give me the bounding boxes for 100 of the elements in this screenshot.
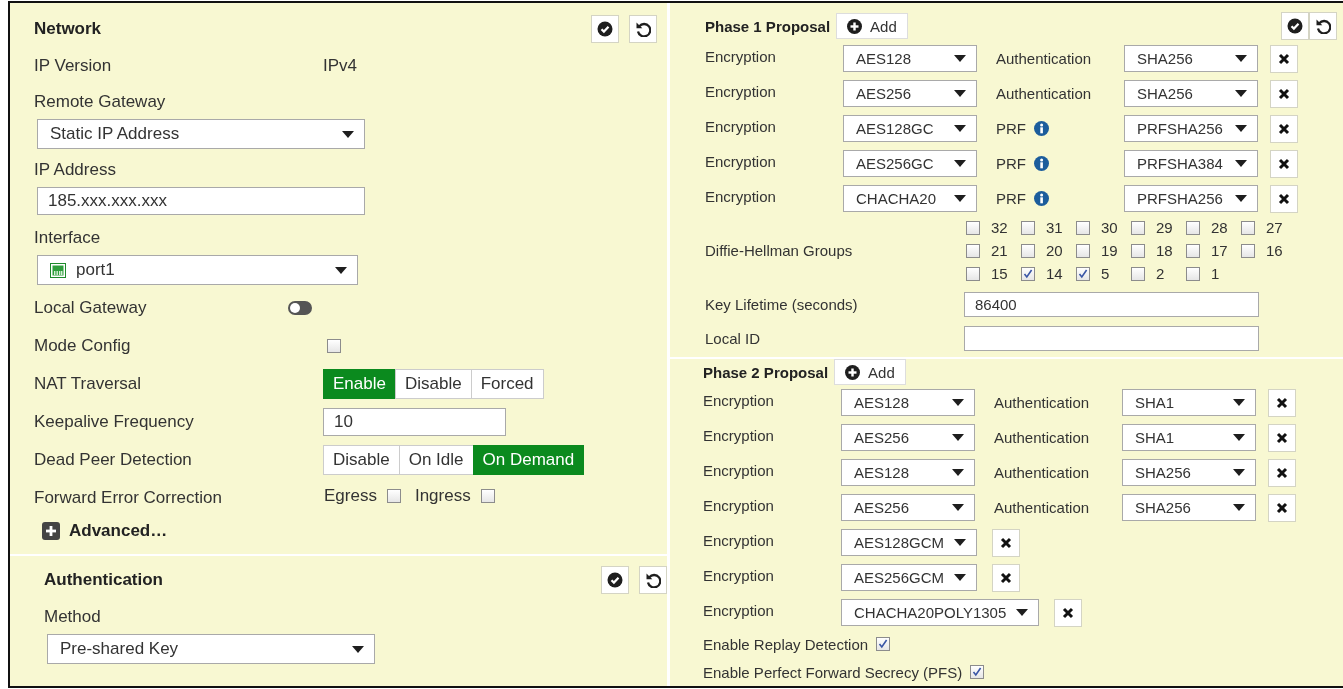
dropdown[interactable]: AES256 [841,494,975,521]
segment-button[interactable]: Forced [470,369,544,399]
delete-button[interactable] [1270,114,1298,143]
checkbox[interactable] [1131,220,1145,235]
delete-button[interactable] [1270,184,1298,213]
field-label: Authentication [994,499,1090,516]
dropdown[interactable]: SHA1 [1122,389,1256,416]
caret-icon [952,469,964,476]
field-label: Encryption [703,462,775,479]
dropdown[interactable]: port1 [37,255,358,285]
caret-icon [952,434,964,441]
dropdown[interactable]: AES256 [843,80,977,107]
reset-button[interactable] [629,15,657,43]
delete-button[interactable] [992,528,1021,557]
cross-icon [1276,466,1288,479]
segment-button[interactable]: Disable [323,445,400,475]
text-field[interactable]: 185.xxx.xxx.xxx [37,187,365,215]
checkbox[interactable] [480,489,495,503]
reset-button[interactable] [639,566,667,594]
cross-icon [1276,501,1288,514]
dropdown[interactable]: CHACHA20 [843,185,977,212]
segment-button[interactable]: On Demand [472,445,585,475]
add-button[interactable]: Add [834,359,906,385]
dropdown[interactable]: SHA256 [1124,45,1258,72]
checkbox[interactable] [1021,266,1035,281]
delete-button[interactable] [1268,388,1296,417]
delete-button[interactable] [1270,149,1298,178]
delete-button[interactable] [1268,493,1296,522]
dropdown[interactable]: AES256GCM [841,564,978,591]
dropdown[interactable]: PRFSHA384 [1124,150,1258,177]
dropdown[interactable]: Static IP Address [37,119,365,149]
dropdown[interactable]: AES128 [841,459,975,486]
caret-icon [1233,434,1245,441]
dropdown[interactable]: AES256GC [843,150,977,177]
dropdown[interactable]: PRFSHA256 [1124,115,1258,142]
checkbox[interactable] [966,220,980,235]
apply-button[interactable] [1281,12,1309,40]
field-label: 20 [1046,242,1063,259]
checkbox[interactable] [1021,220,1035,235]
dropdown[interactable]: SHA256 [1124,80,1258,107]
checkbox[interactable] [1186,220,1200,235]
dropdown[interactable]: CHACHA20POLY1305 [841,599,1040,626]
checkbox[interactable] [1186,243,1200,258]
checkbox[interactable] [1021,243,1035,258]
plus-circle-icon [845,364,861,380]
dropdown[interactable]: PRFSHA256 [1124,185,1258,212]
dropdown[interactable]: AES128GC [843,115,977,142]
add-button[interactable]: Add [836,13,908,39]
check-circle-icon [597,21,613,37]
dropdown[interactable]: SHA256 [1122,494,1256,521]
checkbox[interactable] [1076,220,1090,235]
segment-button[interactable]: Enable [323,369,396,399]
dropdown[interactable]: AES256 [841,424,975,451]
field-label: Local Gateway [34,298,148,318]
field-label: 17 [1211,242,1228,259]
delete-button[interactable] [992,563,1021,592]
delete-button[interactable] [1054,598,1083,627]
segment-button[interactable]: On Idle [398,445,474,475]
checkbox[interactable] [327,339,341,353]
info-icon [1034,191,1049,206]
text-field[interactable] [964,325,1259,351]
checkbox[interactable] [386,489,401,503]
checkbox[interactable] [1131,243,1145,258]
caret-icon [954,539,967,546]
text-field[interactable]: 10 [323,408,506,436]
dropdown[interactable]: SHA1 [1122,424,1256,451]
info-icon [1034,121,1049,136]
cross-icon [1278,122,1290,135]
field-label: 5 [1101,265,1110,282]
delete-button[interactable] [1268,458,1296,487]
toggle-switch[interactable] [288,301,312,315]
advanced-link[interactable]: Advanced… [69,521,168,541]
dropdown[interactable]: AES128GCM [841,529,978,556]
dropdown[interactable]: AES128 [841,389,975,416]
delete-button[interactable] [1270,79,1298,108]
checkbox[interactable] [1241,220,1255,235]
delete-button[interactable] [1268,423,1296,452]
checkbox[interactable] [966,243,980,258]
checkbox[interactable] [966,266,980,281]
field-value: IPv4 [323,56,358,76]
field-label: Interface [34,227,102,249]
checkbox[interactable] [1241,243,1255,258]
plus-square-icon[interactable] [42,522,60,540]
apply-button[interactable] [591,15,619,43]
dropdown[interactable]: SHA256 [1122,459,1256,486]
caret-icon [1016,609,1029,616]
checkbox[interactable] [876,637,891,651]
checkbox[interactable] [970,665,985,679]
checkbox[interactable] [1186,266,1200,281]
text-field[interactable]: 86400 [964,291,1259,317]
reset-button[interactable] [1309,12,1337,40]
checkbox[interactable] [1076,266,1090,281]
delete-button[interactable] [1270,44,1298,73]
dropdown[interactable]: Pre-shared Key [47,634,375,664]
dropdown[interactable]: AES128 [843,45,977,72]
checkbox[interactable] [1131,266,1145,281]
segment-button[interactable]: Disable [394,369,472,399]
checkbox[interactable] [1076,243,1090,258]
cross-icon [1000,536,1013,549]
apply-button[interactable] [601,566,629,594]
